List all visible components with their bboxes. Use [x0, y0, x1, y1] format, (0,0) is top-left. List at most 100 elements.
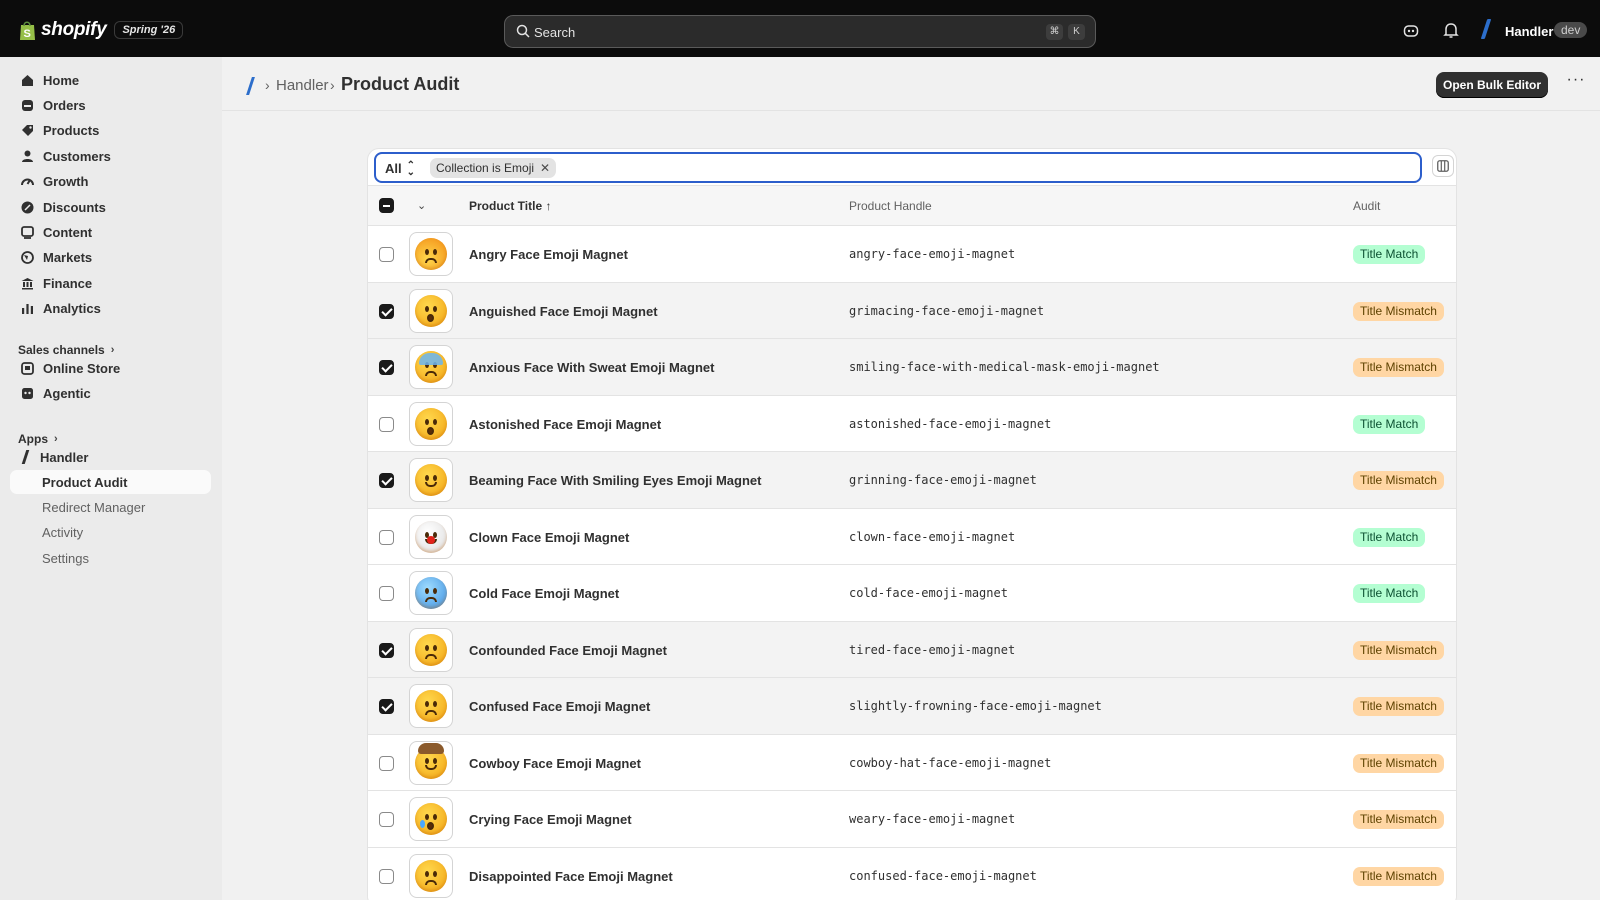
- table-row[interactable]: Cowboy Face Emoji Magnet cowboy-hat-face-…: [368, 734, 1456, 791]
- globe-icon: [19, 250, 35, 266]
- apps-heading[interactable]: Apps ›: [18, 432, 58, 446]
- sidebar-item-markets[interactable]: Markets: [10, 246, 211, 270]
- product-title[interactable]: Clown Face Emoji Magnet: [469, 530, 629, 545]
- sidebar-item-settings[interactable]: Settings: [10, 546, 211, 570]
- row-checkbox[interactable]: [379, 416, 394, 432]
- view-select[interactable]: All ⌃ ⌄: [385, 160, 415, 177]
- bell-icon[interactable]: [1443, 22, 1459, 39]
- sidebar-item-product-audit[interactable]: Product Audit: [10, 470, 211, 494]
- product-title[interactable]: Beaming Face With Smiling Eyes Emoji Mag…: [469, 473, 761, 488]
- product-thumbnail[interactable]: [409, 627, 453, 672]
- store-logo-icon[interactable]: [1480, 19, 1492, 39]
- filter-bar[interactable]: All ⌃ ⌄ Collection is Emoji ✕: [374, 152, 1422, 183]
- sidekick-icon[interactable]: [1403, 23, 1419, 39]
- table-row[interactable]: Astonished Face Emoji Magnet astonished-f…: [368, 395, 1456, 452]
- row-checkbox[interactable]: [379, 529, 394, 545]
- table-row[interactable]: Anxious Face With Sweat Emoji Magnet smil…: [368, 339, 1456, 396]
- table-row[interactable]: Confounded Face Emoji Magnet tired-face-e…: [368, 621, 1456, 678]
- sales-channels-heading[interactable]: Sales channels ›: [18, 343, 114, 357]
- sidebar-item-activity[interactable]: Activity: [10, 521, 211, 545]
- sidebar-item-label: Products: [43, 123, 100, 139]
- product-thumbnail[interactable]: [409, 401, 453, 446]
- product-title[interactable]: Disappointed Face Emoji Magnet: [469, 869, 673, 884]
- sidebar-item-label: Home: [43, 72, 80, 88]
- sidebar-item-handler[interactable]: Handler: [10, 445, 211, 469]
- sidebar-item-orders[interactable]: Orders: [10, 93, 211, 117]
- product-thumbnail[interactable]: [409, 514, 453, 559]
- product-title[interactable]: Anxious Face With Sweat Emoji Magnet: [469, 360, 714, 375]
- row-checkbox[interactable]: [379, 247, 394, 262]
- product-thumbnail[interactable]: [409, 232, 453, 276]
- sidebar-item-products[interactable]: Products: [10, 119, 211, 143]
- breadcrumb-app-icon[interactable]: [246, 77, 255, 95]
- audit-status-badge: Title Match: [1353, 414, 1426, 434]
- shopify-logo[interactable]: S shopify Spring '26: [18, 19, 184, 41]
- row-checkbox[interactable]: [379, 642, 394, 658]
- product-title[interactable]: Confused Face Emoji Magnet: [469, 699, 650, 714]
- clown-emoji-icon: [415, 520, 447, 553]
- sidebar-item-agentic[interactable]: Agentic: [10, 381, 211, 405]
- table-row[interactable]: Crying Face Emoji Magnet weary-face-emoji…: [368, 791, 1456, 848]
- product-title[interactable]: Angry Face Emoji Magnet: [469, 247, 628, 262]
- row-checkbox[interactable]: [379, 303, 394, 319]
- sidebar-item-content[interactable]: Content: [10, 220, 211, 244]
- close-icon[interactable]: ✕: [540, 161, 550, 175]
- sidebar-item-growth[interactable]: Growth: [10, 170, 211, 194]
- sidebar-item-finance[interactable]: Finance: [10, 271, 211, 295]
- column-header-audit[interactable]: Audit: [1353, 199, 1380, 213]
- sidebar-item-online-store[interactable]: Online Store: [10, 356, 211, 380]
- sidebar-item-customers[interactable]: Customers: [10, 144, 211, 168]
- product-thumbnail[interactable]: [409, 684, 453, 728]
- product-thumbnail[interactable]: [409, 345, 453, 389]
- table-row[interactable]: Beaming Face With Smiling Eyes Emoji Mag…: [368, 452, 1456, 509]
- breadcrumb-handler[interactable]: Handler: [276, 77, 329, 94]
- tag-icon: [19, 123, 35, 139]
- row-checkbox[interactable]: [379, 868, 394, 884]
- product-title[interactable]: Cowboy Face Emoji Magnet: [469, 756, 641, 771]
- table-row[interactable]: Anguished Face Emoji Magnet grimacing-fac…: [368, 282, 1456, 339]
- row-checkbox[interactable]: [379, 360, 394, 375]
- table-row[interactable]: Confused Face Emoji Magnet slightly-frown…: [368, 678, 1456, 735]
- more-actions-button[interactable]: ···: [1562, 71, 1590, 97]
- row-checkbox[interactable]: [379, 586, 394, 601]
- astonished-emoji-icon: [415, 407, 447, 440]
- row-checkbox[interactable]: [379, 699, 394, 714]
- column-header-title[interactable]: Product Title ↑: [469, 199, 551, 213]
- select-all-checkbox[interactable]: [379, 198, 394, 213]
- table-row[interactable]: Cold Face Emoji Magnet cold-face-emoji-ma…: [368, 565, 1456, 622]
- product-title[interactable]: Cold Face Emoji Magnet: [469, 586, 619, 601]
- apps-label: Apps: [18, 432, 48, 446]
- product-thumbnail[interactable]: [409, 288, 453, 333]
- open-bulk-editor-button[interactable]: Open Bulk Editor: [1436, 72, 1548, 98]
- sidebar-item-redirect-manager[interactable]: Redirect Manager: [10, 495, 211, 519]
- filter-chip[interactable]: Collection is Emoji ✕: [430, 158, 557, 178]
- table-row[interactable]: Angry Face Emoji Magnet angry-face-emoji-…: [368, 226, 1456, 283]
- table-row[interactable]: Disappointed Face Emoji Magnet confused-f…: [368, 847, 1456, 900]
- product-title[interactable]: Confounded Face Emoji Magnet: [469, 643, 667, 658]
- sidebar-item-discounts[interactable]: Discounts: [10, 195, 211, 219]
- table-row[interactable]: Clown Face Emoji Magnet clown-face-emoji-…: [368, 508, 1456, 565]
- column-header-handle[interactable]: Product Handle: [849, 199, 932, 213]
- product-thumbnail[interactable]: [409, 853, 453, 898]
- product-title[interactable]: Anguished Face Emoji Magnet: [469, 304, 658, 319]
- row-checkbox[interactable]: [379, 812, 394, 827]
- columns-toggle-button[interactable]: [1432, 155, 1454, 177]
- product-title[interactable]: Crying Face Emoji Magnet: [469, 812, 632, 827]
- product-title[interactable]: Astonished Face Emoji Magnet: [469, 417, 661, 432]
- product-thumbnail[interactable]: [409, 458, 453, 502]
- product-thumbnail[interactable]: [409, 740, 453, 785]
- search-bar[interactable]: Search ⌘ K: [504, 15, 1096, 48]
- edition-badge: Spring '26: [114, 21, 184, 39]
- sidebar-item-analytics[interactable]: Analytics: [10, 297, 211, 321]
- store-dev-badge: dev: [1554, 22, 1588, 38]
- product-thumbnail[interactable]: [409, 797, 453, 841]
- row-checkbox[interactable]: [379, 755, 394, 771]
- sidebar-item-home[interactable]: Home: [10, 68, 211, 92]
- angry-emoji-icon: [415, 238, 447, 270]
- store-name[interactable]: Handler: [1505, 24, 1553, 39]
- chevron-down-icon[interactable]: ⌄: [417, 199, 426, 212]
- shopify-bag-icon: S: [20, 20, 35, 40]
- product-thumbnail[interactable]: [409, 571, 453, 615]
- product-handle: cold-face-emoji-magnet: [849, 586, 1008, 600]
- row-checkbox[interactable]: [379, 473, 394, 488]
